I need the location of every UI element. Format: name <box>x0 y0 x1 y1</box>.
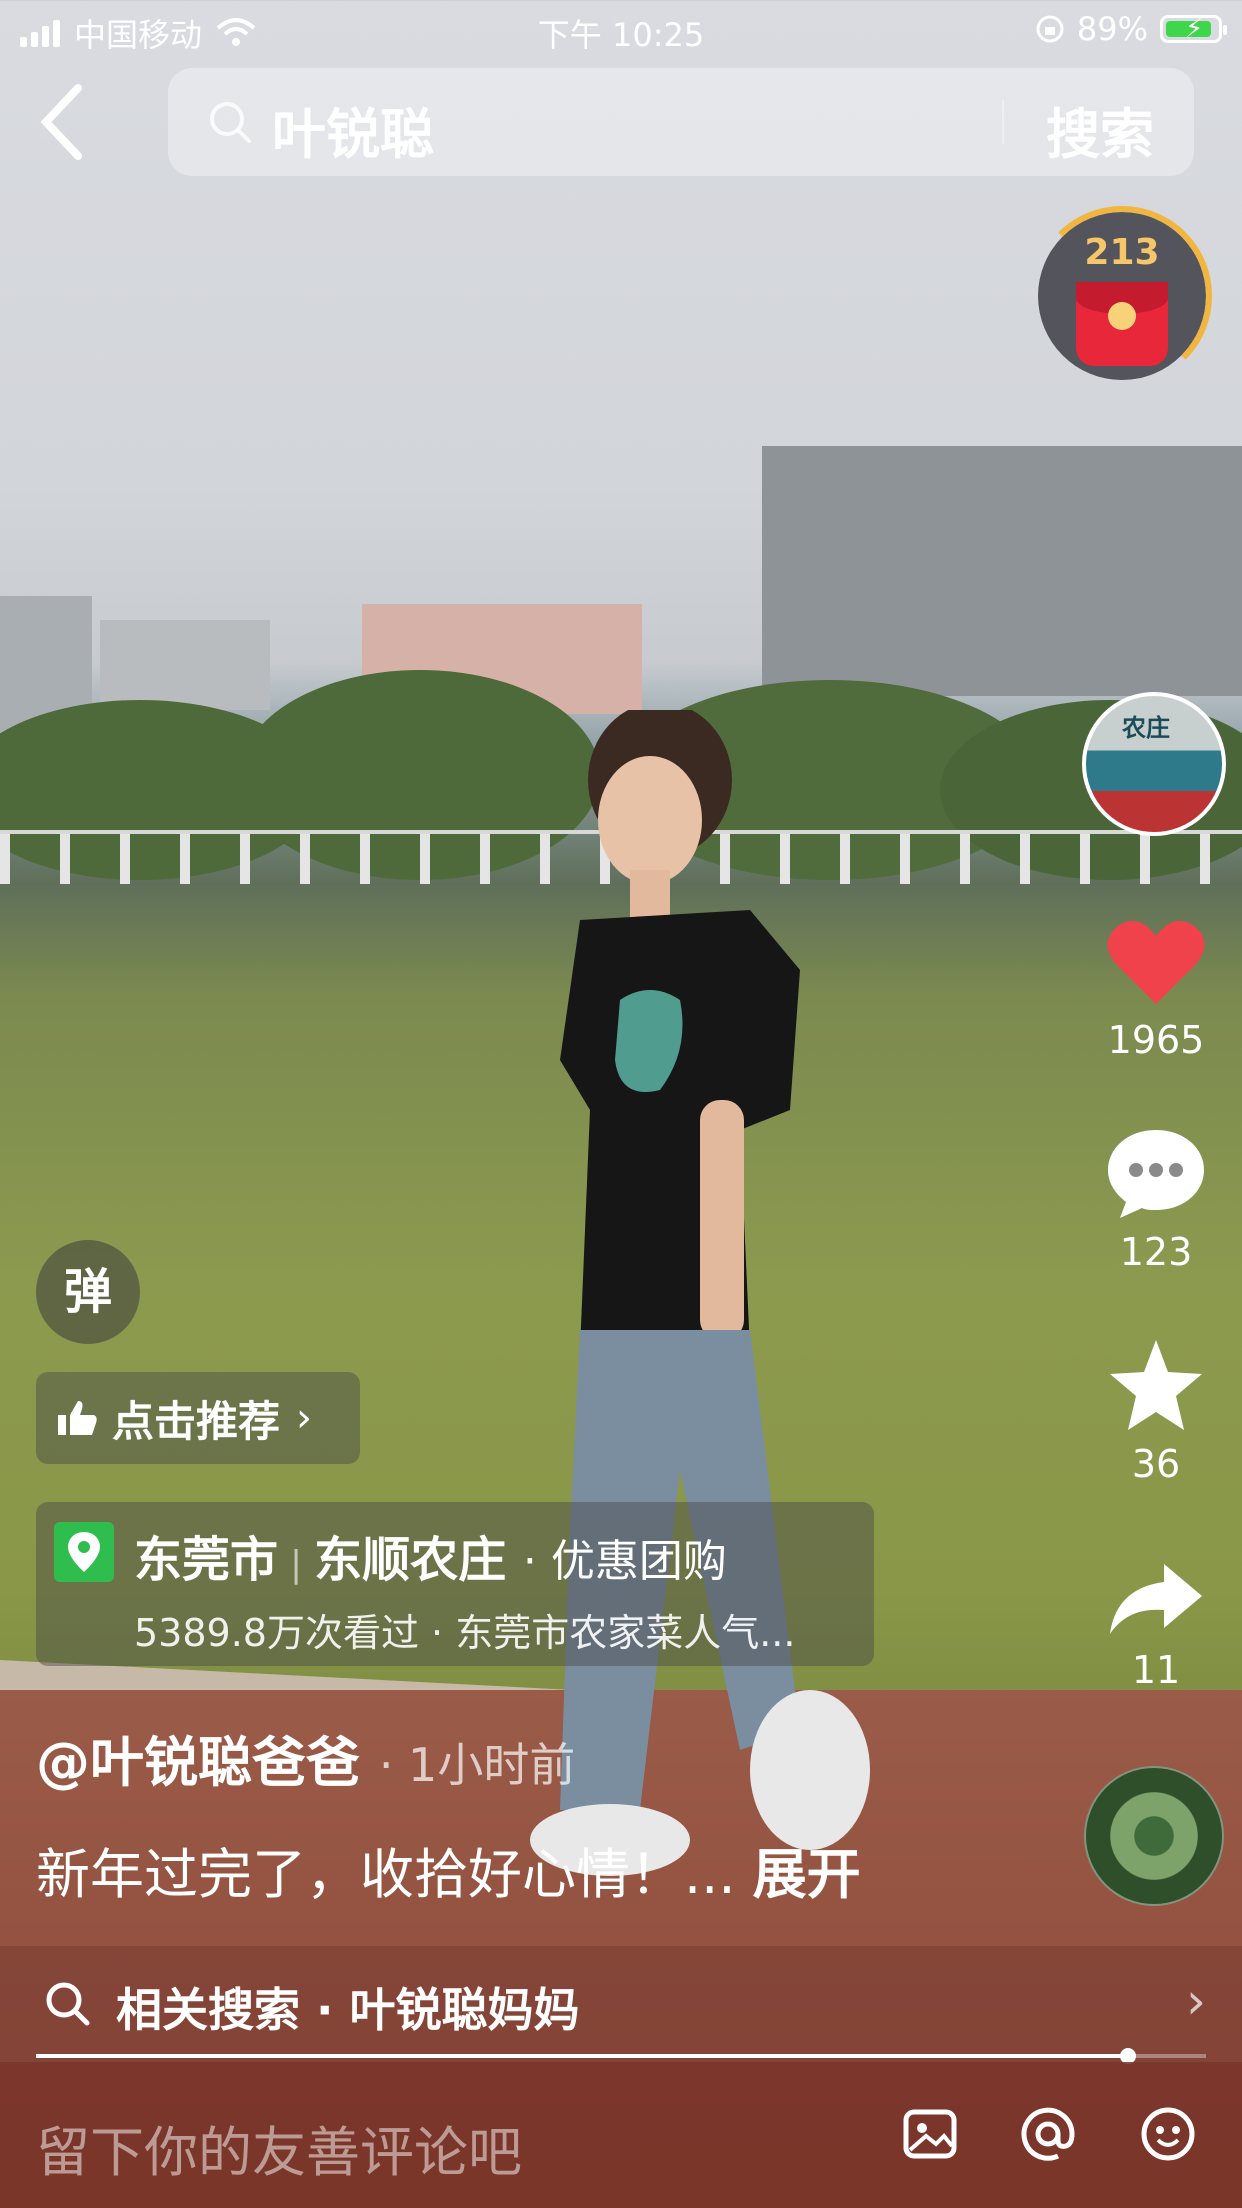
comment-bubble-icon <box>1108 1130 1204 1218</box>
location-place: 东顺农庄 <box>314 1532 507 1588</box>
red-packet-widget[interactable]: 213 <box>1032 206 1212 386</box>
location-deal: · 优惠团购 <box>522 1536 727 1587</box>
caption-text: 新年过完了，收拾好心情！... <box>36 1843 736 1906</box>
post-caption: 新年过完了，收拾好心情！... 展开 <box>36 1830 861 1909</box>
separator: | <box>290 1544 303 1585</box>
comment-placeholder[interactable]: 留下你的友善评论吧 <box>36 2108 522 2187</box>
star-icon <box>1110 1340 1202 1430</box>
favorite-count: 36 <box>1131 1442 1181 1486</box>
chevron-right-icon: › <box>296 1395 313 1441</box>
video-progress-bar[interactable] <box>36 2048 1206 2064</box>
comment-input-bar[interactable]: 留下你的友善评论吧 <box>0 2062 1242 2208</box>
battery-percent: 89% <box>1076 10 1148 48</box>
comment-count: 123 <box>1119 1230 1193 1274</box>
location-title: 东莞市 | 东顺农庄 · 优惠团购 <box>134 1520 727 1590</box>
related-search-bar[interactable]: 相关搜索 · 叶锐聪妈妈 › <box>0 1946 1242 2062</box>
location-card[interactable]: 东莞市 | 东顺农庄 · 优惠团购 5389.8万次看过 · 东莞市农家菜人气... <box>36 1502 874 1666</box>
location-city: 东莞市 <box>134 1532 279 1588</box>
red-envelope-icon <box>1076 282 1168 366</box>
at-mention-icon[interactable] <box>1018 2104 1078 2164</box>
avatar-sign: 农庄 <box>1122 714 1170 742</box>
recommend-button[interactable]: 点击推荐 › <box>36 1372 360 1464</box>
search-bar[interactable]: 叶锐聪 搜索 <box>168 68 1194 176</box>
danmaku-toggle-button[interactable]: 弹 <box>36 1240 140 1344</box>
divider <box>1002 100 1004 144</box>
search-icon <box>210 102 251 143</box>
share-count: 11 <box>1131 1648 1181 1692</box>
search-button[interactable]: 搜索 <box>1046 90 1154 169</box>
search-icon <box>46 1982 90 2026</box>
recommend-label: 点击推荐 <box>112 1396 281 1446</box>
battery-icon: ⚡ <box>1160 14 1227 44</box>
search-query[interactable]: 叶锐聪 <box>272 90 434 169</box>
share-arrow-icon <box>1110 1564 1202 1634</box>
chevron-left-icon <box>40 84 82 160</box>
heart-icon <box>1107 920 1205 1004</box>
red-packet-count: 213 <box>1084 232 1160 273</box>
location-pin-icon <box>54 1522 114 1582</box>
building <box>100 620 270 710</box>
status-bar: 中国移动 下午 10:25 89% ⚡ <box>0 0 1242 60</box>
author-avatar[interactable]: 农庄 <box>1082 692 1226 836</box>
share-button[interactable]: 11 <box>1096 1558 1216 1692</box>
thumbs-up-icon <box>58 1401 97 1435</box>
music-disc[interactable] <box>1084 1766 1224 1906</box>
like-button[interactable]: 1965 <box>1096 916 1216 1062</box>
location-views: 5389.8万次看过 · 东莞市农家菜人气... <box>134 1611 796 1655</box>
back-button[interactable] <box>38 82 98 162</box>
rotation-lock-icon <box>1036 15 1064 43</box>
author-name[interactable]: @叶锐聪爸爸 <box>36 1731 360 1794</box>
person-figure <box>530 710 870 1876</box>
comment-button[interactable]: 123 <box>1096 1126 1216 1274</box>
progress-fill <box>36 2054 1128 2058</box>
expand-button[interactable]: 展开 <box>753 1843 861 1906</box>
related-search-text: 相关搜索 · 叶锐聪妈妈 <box>116 1983 580 2037</box>
emoji-icon[interactable] <box>1138 2104 1198 2164</box>
chevron-right-icon: › <box>1186 1972 1206 2030</box>
image-icon[interactable] <box>900 2104 960 2164</box>
like-count: 1965 <box>1107 1018 1205 1062</box>
building <box>762 446 1242 696</box>
favorite-button[interactable]: 36 <box>1096 1336 1216 1486</box>
post-author-line: @叶锐聪爸爸 · 1小时前 <box>36 1718 575 1797</box>
post-time: · 1小时前 <box>378 1738 576 1792</box>
